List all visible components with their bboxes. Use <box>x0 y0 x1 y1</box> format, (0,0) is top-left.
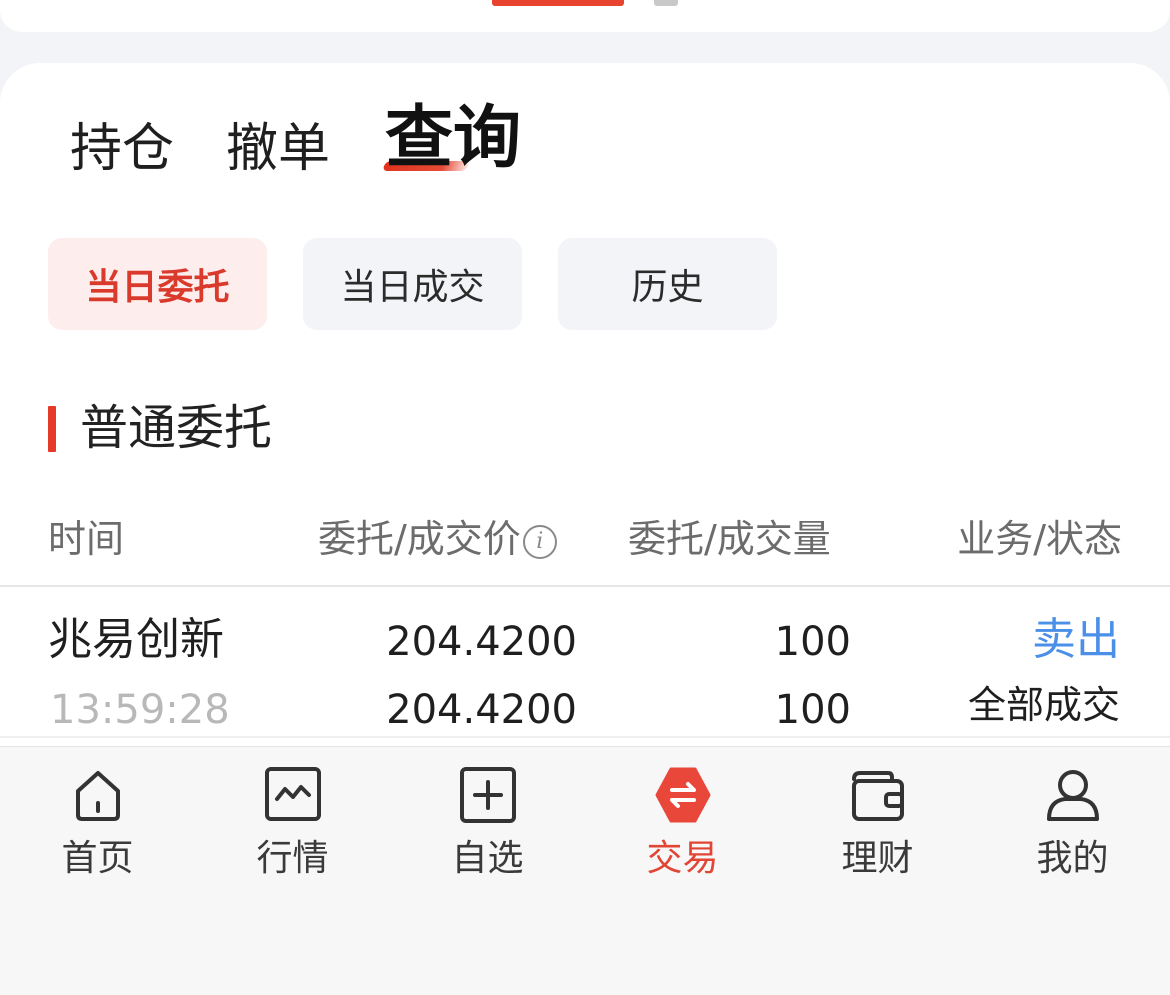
nav-watchlist[interactable]: 自选 <box>390 747 585 897</box>
nav-trade[interactable]: 交易 <box>585 747 780 897</box>
user-icon <box>1046 770 1099 821</box>
tab-holdings[interactable]: 持仓 <box>70 123 174 175</box>
nav-wealth[interactable]: 理财 <box>780 747 975 897</box>
column-header-time: 时间 <box>48 517 125 561</box>
nav-trade-label: 交易 <box>646 838 719 879</box>
nav-profile[interactable]: 我的 <box>975 747 1170 897</box>
order-time: 13:59:28 <box>50 687 230 733</box>
chip-history[interactable]: 历史 <box>558 238 777 330</box>
business-type: 卖出 <box>1032 614 1120 665</box>
column-header-price-label: 委托/成交价 <box>318 517 521 561</box>
column-header-quantity: 委托/成交量 <box>628 517 831 561</box>
top-card <box>0 0 1170 32</box>
trade-panel: 持仓 撤单 查询 当日委托 当日成交 历史 普通委托 时间 委托/成交价 i 委托… <box>0 63 1170 746</box>
column-header-status: 业务/状态 <box>957 517 1122 561</box>
deal-quantity: 100 <box>774 687 851 733</box>
nav-market[interactable]: 行情 <box>195 747 390 897</box>
order-price: 204.4200 <box>386 619 577 665</box>
nav-market-label: 行情 <box>256 838 329 879</box>
wallet-icon <box>851 771 904 821</box>
chip-today-deals[interactable]: 当日成交 <box>303 238 522 330</box>
info-icon[interactable]: i <box>522 525 557 559</box>
order-status: 全部成交 <box>967 683 1120 727</box>
section-marker <box>48 406 56 452</box>
add-square-icon <box>459 767 516 823</box>
page-indicator-inactive <box>654 0 678 6</box>
deal-price: 204.4200 <box>386 687 577 733</box>
home-icon <box>75 771 120 821</box>
nav-profile-label: 我的 <box>1036 838 1109 879</box>
exchange-icon <box>655 767 710 823</box>
page-indicator-active <box>492 0 624 6</box>
nav-watchlist-label: 自选 <box>451 838 524 879</box>
chart-icon <box>264 767 321 821</box>
tab-cancel-order[interactable]: 撤单 <box>226 123 330 175</box>
nav-home-label: 首页 <box>61 838 134 879</box>
section-title: 普通委托 <box>80 400 273 456</box>
tab-query[interactable]: 查询 <box>385 105 521 173</box>
order-quantity: 100 <box>774 619 851 665</box>
column-header-price: 委托/成交价 i <box>318 517 557 563</box>
bottom-nav: 首页 行情 自选 交易 理财 我的 <box>0 746 1170 995</box>
stock-name: 兆易创新 <box>48 614 224 665</box>
header-divider <box>0 585 1170 587</box>
nav-wealth-label: 理财 <box>841 838 914 879</box>
row-divider <box>0 736 1170 738</box>
chip-today-orders[interactable]: 当日委托 <box>48 238 267 330</box>
nav-home[interactable]: 首页 <box>0 747 195 897</box>
